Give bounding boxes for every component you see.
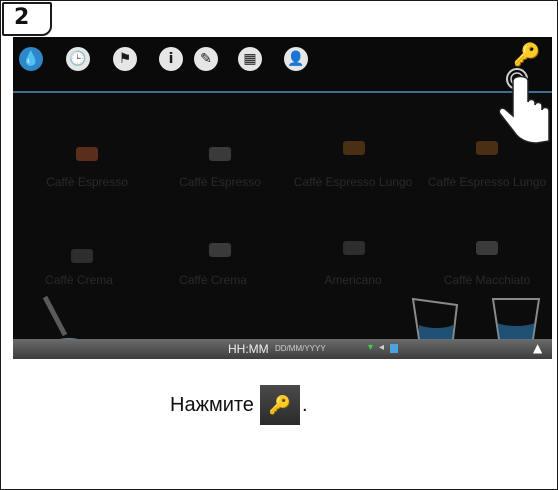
instruction-text: Нажмите	[170, 393, 254, 416]
drink-cup-icon	[343, 141, 365, 155]
instruction-period: .	[301, 393, 308, 416]
step-number: 2	[14, 5, 30, 30]
drink-tile-label[interactable]: Caffè Espresso	[27, 175, 147, 189]
drink-tile-label[interactable]: Caffè Espresso	[160, 175, 280, 189]
drink-cup-icon	[76, 147, 98, 161]
flag-icon[interactable]: ⚑	[113, 47, 137, 71]
drink-tile-label[interactable]: Caffè Espresso Lungo	[427, 175, 547, 189]
drink-tile-label[interactable]: Caffè Crema	[19, 273, 139, 287]
up-arrow-icon[interactable]: ▲	[533, 341, 542, 355]
calculator-icon[interactable]: ▦	[238, 47, 262, 71]
step-badge: 2	[2, 2, 52, 36]
drink-cup-icon	[209, 243, 231, 257]
steam-wand-icon	[42, 295, 81, 344]
toolbar: 💧 🕒 ⚑ i ✎ ▦ 👤 🔑	[13, 37, 552, 93]
machine-screen: 💧 🕒 ⚑ i ✎ ▦ 👤 🔑 Caffè Espresso Caffè Esp…	[13, 37, 552, 359]
drink-cup-icon	[476, 241, 498, 255]
drink-cup-icon	[209, 147, 231, 161]
water-drop-icon[interactable]: 💧	[19, 47, 43, 71]
key-icon: 🔑	[259, 385, 300, 425]
drink-tile-label[interactable]: Caffè Espresso Lungo	[293, 175, 413, 189]
drink-tile-label[interactable]: Americano	[293, 273, 413, 287]
instruction-line: Нажмите 🔑 .	[170, 384, 308, 426]
status-time: HH:MM	[228, 342, 269, 356]
drink-tile-label[interactable]: Caffè Macchiato	[427, 273, 547, 287]
status-date: DD/MM/YYYY	[275, 344, 326, 353]
info-icon[interactable]: i	[159, 47, 183, 71]
clock-icon[interactable]: 🕒	[66, 47, 90, 71]
drink-tile-label[interactable]: Caffè Crema	[153, 273, 273, 287]
volume-icon: ◂	[379, 342, 385, 353]
pencil-icon[interactable]: ✎	[194, 47, 218, 71]
drink-cup-icon	[343, 241, 365, 255]
status-bar: HH:MM DD/MM/YYYY ▾ ◂ ▲	[13, 339, 552, 359]
status-indicator-icon	[390, 344, 398, 353]
user-icon[interactable]: 👤	[284, 47, 308, 71]
drink-cup-icon	[71, 249, 93, 263]
pointing-hand-icon	[498, 68, 550, 144]
wifi-icon: ▾	[368, 342, 374, 353]
drink-cup-icon	[476, 141, 498, 155]
